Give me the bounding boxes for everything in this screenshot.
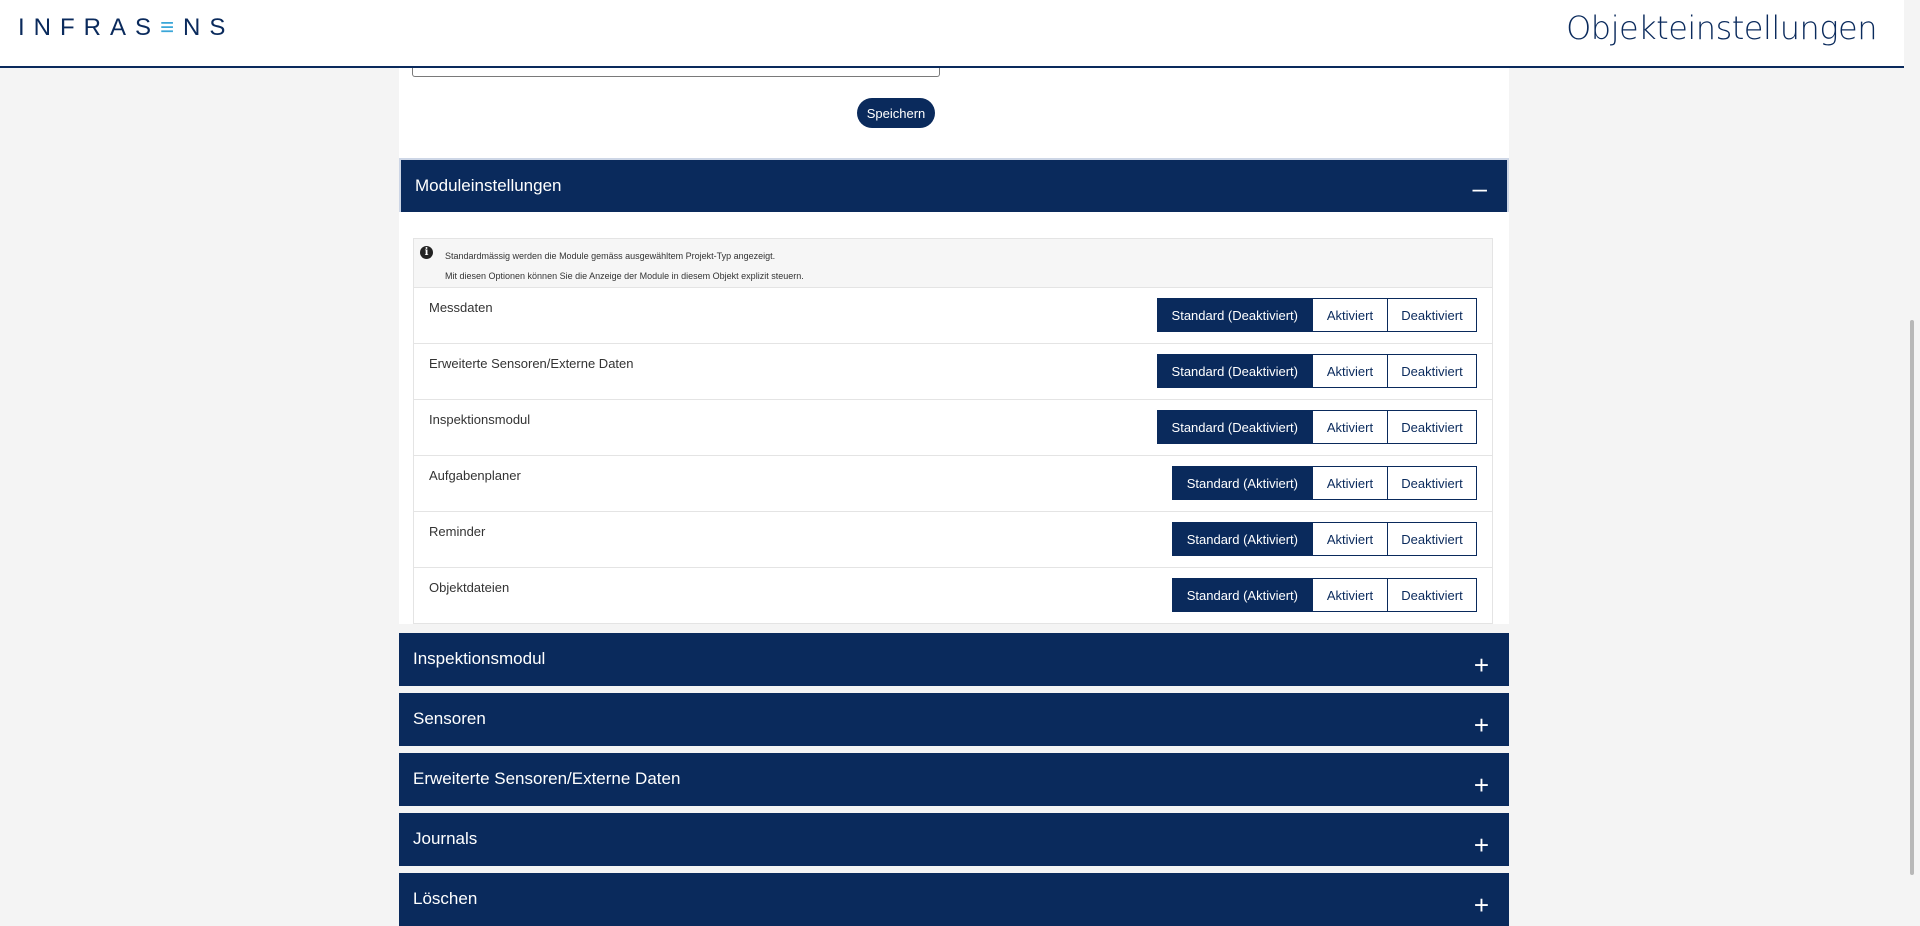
- page-title: Objekteinstellungen: [1566, 9, 1877, 47]
- accordion-journals-header[interactable]: Journals +: [399, 813, 1509, 866]
- module-name: Reminder: [429, 524, 486, 539]
- scrollbar-thumb[interactable]: [1910, 320, 1914, 875]
- option-deactivated-button[interactable]: Deaktiviert: [1387, 354, 1477, 388]
- info-text-line-1: Standardmässig werden die Module gemäss …: [445, 251, 776, 261]
- option-deactivated-button[interactable]: Deaktiviert: [1387, 466, 1477, 500]
- module-option-group: Standard (Deaktiviert) Aktiviert Deaktiv…: [1156, 354, 1477, 388]
- top-bar: INFRAS≡NS Objekteinstellungen: [0, 0, 1904, 68]
- module-row-aufgabenplaner: Aufgabenplaner Standard (Aktiviert) Akti…: [414, 455, 1492, 511]
- main-content: Speichern Moduleinstellungen – i Standar…: [399, 0, 1509, 926]
- expand-icon[interactable]: +: [1474, 652, 1489, 678]
- option-standard-button[interactable]: Standard (Deaktiviert): [1156, 410, 1313, 444]
- info-icon: i: [420, 246, 433, 259]
- option-standard-button[interactable]: Standard (Aktiviert): [1171, 522, 1313, 556]
- module-name: Aufgabenplaner: [429, 468, 521, 483]
- accordion-title: Erweiterte Sensoren/Externe Daten: [413, 769, 681, 788]
- info-text-line-2: Mit diesen Optionen können Sie die Anzei…: [445, 271, 804, 281]
- logo-wave-mark: ≡: [160, 14, 184, 41]
- module-option-group: Standard (Aktiviert) Aktiviert Deaktivie…: [1171, 578, 1477, 612]
- module-row-reminder: Reminder Standard (Aktiviert) Aktiviert …: [414, 511, 1492, 567]
- expand-icon[interactable]: +: [1474, 712, 1489, 738]
- accordion-title: Sensoren: [413, 709, 486, 728]
- module-name: Inspektionsmodul: [429, 412, 531, 427]
- accordion-title: Löschen: [413, 889, 478, 908]
- module-name: Messdaten: [429, 300, 493, 315]
- module-row-objektdateien: Objektdateien Standard (Aktiviert) Aktiv…: [414, 567, 1492, 623]
- module-name: Erweiterte Sensoren/Externe Daten: [429, 356, 634, 371]
- module-option-group: Standard (Deaktiviert) Aktiviert Deaktiv…: [1156, 410, 1477, 444]
- expand-icon[interactable]: +: [1474, 892, 1489, 918]
- accordion-title: Inspektionsmodul: [413, 649, 546, 668]
- module-option-group: Standard (Aktiviert) Aktiviert Deaktivie…: [1171, 522, 1477, 556]
- option-activated-button[interactable]: Aktiviert: [1312, 354, 1388, 388]
- accordion-loeschen-header[interactable]: Löschen +: [399, 873, 1509, 926]
- option-standard-button[interactable]: Standard (Deaktiviert): [1156, 298, 1313, 332]
- module-name: Objektdateien: [429, 580, 510, 595]
- accordion-title: Moduleinstellungen: [415, 176, 562, 195]
- accordion-title: Journals: [413, 829, 478, 848]
- option-activated-button[interactable]: Aktiviert: [1312, 410, 1388, 444]
- logo-text-start: INFRAS: [18, 14, 161, 41]
- option-deactivated-button[interactable]: Deaktiviert: [1387, 298, 1477, 332]
- accordion-erweiterte-sensoren-header[interactable]: Erweiterte Sensoren/Externe Daten +: [399, 753, 1509, 806]
- option-standard-button[interactable]: Standard (Aktiviert): [1171, 466, 1313, 500]
- module-option-group: Standard (Deaktiviert) Aktiviert Deaktiv…: [1156, 298, 1477, 332]
- vertical-scrollbar[interactable]: [1904, 0, 1920, 926]
- module-row-erweiterte-sensoren: Erweiterte Sensoren/Externe Daten Standa…: [414, 343, 1492, 399]
- accordion-moduleinstellungen-header[interactable]: Moduleinstellungen –: [399, 158, 1509, 212]
- expand-icon[interactable]: +: [1474, 832, 1489, 858]
- info-box: i Standardmässig werden die Module gemäs…: [413, 238, 1493, 288]
- logo-text-end: NS: [183, 14, 235, 41]
- option-deactivated-button[interactable]: Deaktiviert: [1387, 522, 1477, 556]
- option-activated-button[interactable]: Aktiviert: [1312, 522, 1388, 556]
- option-activated-button[interactable]: Aktiviert: [1312, 298, 1388, 332]
- accordion-inspektionsmodul-header[interactable]: Inspektionsmodul +: [399, 633, 1509, 686]
- option-standard-button[interactable]: Standard (Deaktiviert): [1156, 354, 1313, 388]
- option-deactivated-button[interactable]: Deaktiviert: [1387, 410, 1477, 444]
- infrasens-logo[interactable]: INFRAS≡NS: [18, 14, 234, 42]
- module-option-group: Standard (Aktiviert) Aktiviert Deaktivie…: [1171, 466, 1477, 500]
- module-row-inspektionsmodul: Inspektionsmodul Standard (Deaktiviert) …: [414, 399, 1492, 455]
- module-list: Messdaten Standard (Deaktiviert) Aktivie…: [413, 288, 1493, 624]
- option-deactivated-button[interactable]: Deaktiviert: [1387, 578, 1477, 612]
- expand-icon[interactable]: +: [1474, 772, 1489, 798]
- module-row-messdaten: Messdaten Standard (Deaktiviert) Aktivie…: [414, 288, 1492, 343]
- option-standard-button[interactable]: Standard (Aktiviert): [1171, 578, 1313, 612]
- module-settings-panel: i Standardmässig werden die Module gemäs…: [399, 212, 1509, 624]
- accordion-sensoren-header[interactable]: Sensoren +: [399, 693, 1509, 746]
- option-activated-button[interactable]: Aktiviert: [1312, 466, 1388, 500]
- option-activated-button[interactable]: Aktiviert: [1312, 578, 1388, 612]
- collapse-icon[interactable]: –: [1473, 175, 1487, 201]
- save-button[interactable]: Speichern: [857, 98, 935, 128]
